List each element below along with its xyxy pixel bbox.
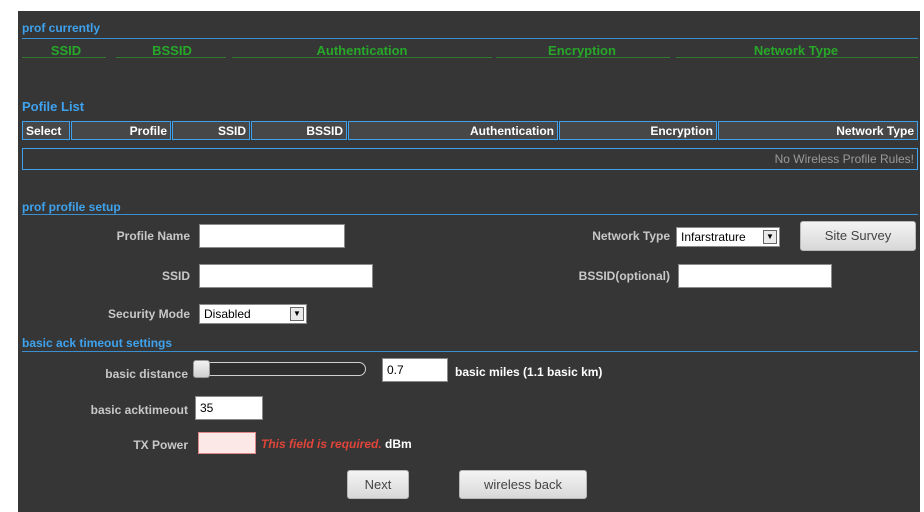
profile-list-empty-row: No Wireless Profile Rules!: [22, 148, 918, 170]
network-type-select[interactable]: Infarstrature ▼: [676, 227, 780, 247]
txpower-label: TX Power: [133, 438, 188, 452]
network-type-value: Infarstrature: [681, 230, 746, 244]
current-col-divider: [116, 57, 226, 58]
txpower-error-text: This field is required.: [261, 437, 382, 451]
profile-list-col-encryption: Encryption: [559, 121, 717, 140]
ssid-label: SSID: [161, 269, 190, 283]
profile-list-col-profile: Profile: [71, 121, 171, 140]
wireless-back-button[interactable]: wireless back: [459, 470, 587, 499]
current-col-divider: [22, 57, 106, 58]
txpower-unit-text: dBm: [385, 437, 412, 451]
chevron-down-icon[interactable]: ▼: [290, 307, 304, 321]
security-mode-select[interactable]: Disabled ▼: [199, 304, 307, 324]
current-section-rule: [22, 38, 918, 39]
profile-list-empty-message: No Wireless Profile Rules!: [774, 152, 914, 166]
acktimeout-input[interactable]: [195, 396, 263, 420]
profile-name-label: Profile Name: [116, 229, 190, 243]
profile-list-col-ssid: SSID: [172, 121, 250, 140]
ssid-input[interactable]: [199, 264, 373, 288]
network-type-label: Network Type: [592, 229, 670, 243]
setup-section-rule: [22, 214, 918, 215]
security-mode-label: Security Mode: [107, 307, 190, 321]
current-col-encryption: Encryption: [548, 43, 616, 58]
profile-list-col-select: Select: [22, 121, 70, 140]
current-col-divider: [232, 57, 492, 58]
setup-section-title: prof profile setup: [22, 200, 121, 214]
distance-unit-text: basic miles (1.1 basic km): [455, 365, 603, 379]
current-col-bssid: BSSID: [152, 43, 192, 58]
distance-input[interactable]: [382, 358, 448, 382]
txpower-input[interactable]: [198, 432, 256, 454]
site-survey-button[interactable]: Site Survey: [800, 221, 916, 251]
current-col-network-type: Network Type: [753, 43, 839, 58]
profile-list-col-bssid: BSSID: [251, 121, 347, 140]
chevron-down-icon[interactable]: ▼: [763, 230, 777, 244]
current-col-divider: [676, 57, 918, 58]
txpower-message: This field is required. dBm: [261, 437, 412, 451]
profile-list-col-authentication: Authentication: [348, 121, 558, 140]
current-col-ssid: SSID: [50, 43, 82, 58]
acktimeout-label: basic acktimeout: [90, 403, 188, 417]
ack-section-title: basic ack timeout settings: [22, 336, 173, 350]
current-col-authentication: Authentication: [316, 43, 408, 58]
profile-list-title: Pofile List: [22, 99, 85, 114]
bssid-label: BSSID(optional): [578, 269, 670, 283]
distance-slider[interactable]: [193, 360, 366, 378]
bssid-input[interactable]: [678, 264, 832, 288]
profile-name-input[interactable]: [199, 224, 345, 248]
ack-section-rule: [22, 351, 918, 352]
slider-handle[interactable]: [193, 360, 210, 378]
profile-list-col-network-type: Network Type: [718, 121, 918, 140]
current-section-title: prof currently: [22, 21, 101, 35]
next-button[interactable]: Next: [347, 470, 409, 499]
security-mode-value: Disabled: [204, 307, 251, 321]
wireless-profile-panel: prof currently SSID BSSID Authentication…: [18, 11, 920, 512]
distance-label: basic distance: [105, 367, 188, 381]
current-col-divider: [496, 57, 670, 58]
